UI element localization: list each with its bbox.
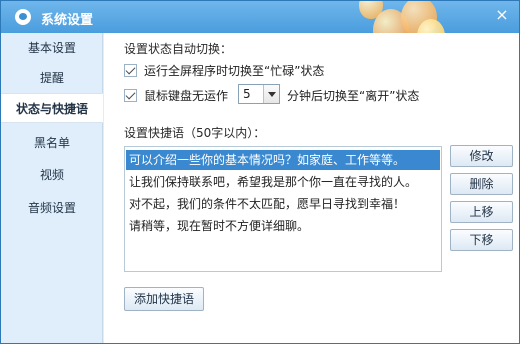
sidebar-item-video[interactable]: 视频 (1, 160, 103, 190)
move-down-button[interactable]: 下移 (450, 229, 513, 251)
quick-reply-item[interactable]: 对不起，我们的条件不太匹配，愿早日寻找到幸福！ (126, 194, 440, 214)
settings-content: 设置状态自动切换： 运行全屏程序时切换至“忙碌”状态 鼠标键盘无运作 5 分钟后… (104, 33, 519, 343)
close-icon[interactable]: × (493, 6, 511, 24)
quick-reply-item[interactable]: 让我们保持联系吧，希望我是那个你一直在寻找的人。 (126, 172, 440, 192)
title-bar[interactable]: 系统设置 × (1, 1, 519, 77)
idle-away-option[interactable]: 鼠标键盘无运作 (124, 85, 228, 105)
idle-label: 鼠标键盘无运作 (144, 88, 229, 103)
sidebar-item-blacklist[interactable]: 黑名单 (1, 128, 103, 158)
move-up-button[interactable]: 上移 (450, 201, 513, 223)
quick-replies-list[interactable]: 可以介绍一些你的基本情况吗？如家庭、工作等等。 让我们保持联系吧，希望我是那个你… (124, 146, 442, 272)
sidebar-item-status-quick-replies[interactable]: 状态与快捷语 (1, 93, 103, 123)
status-section-title: 设置状态自动切换： (124, 42, 233, 56)
sidebar-item-audio-settings[interactable]: 音频设置 (1, 193, 103, 223)
away-after-label: 分钟后切换至“离开”状态 (287, 89, 420, 103)
add-quick-reply-button[interactable]: 添加快捷语 (124, 287, 204, 311)
checkbox-icon[interactable] (124, 88, 137, 102)
sidebar-item-reminder[interactable]: 提醒 (1, 63, 103, 93)
quick-reply-item[interactable]: 请稍等，现在暂时不方便详细聊。 (126, 216, 440, 236)
delete-button[interactable]: 删除 (450, 173, 513, 195)
settings-window: 系统设置 × 基本设置 提醒 状态与快捷语 黑名单 视频 音频设置 设置状态自动… (0, 0, 520, 344)
sidebar-item-basic-settings[interactable]: 基本设置 (1, 33, 103, 63)
fullscreen-busy-label: 运行全屏程序时切换至“忙碌”状态 (144, 63, 325, 78)
window-title: 系统设置 (41, 13, 94, 28)
checkbox-icon[interactable] (124, 63, 137, 77)
app-icon (15, 9, 31, 25)
quick-reply-item[interactable]: 可以介绍一些你的基本情况吗？如家庭、工作等等。 (126, 150, 440, 170)
quick-replies-section-title: 设置快捷语（50字以内）： (124, 126, 266, 140)
dropdown-arrow-icon[interactable] (263, 85, 279, 103)
idle-minutes-value: 5 (243, 87, 251, 101)
edit-button[interactable]: 修改 (450, 145, 513, 167)
idle-minutes-select[interactable]: 5 (238, 84, 280, 104)
fullscreen-busy-option[interactable]: 运行全屏程序时切换至“忙碌”状态 (124, 60, 324, 80)
settings-sidebar: 基本设置 提醒 状态与快捷语 黑名单 视频 音频设置 (1, 33, 103, 343)
